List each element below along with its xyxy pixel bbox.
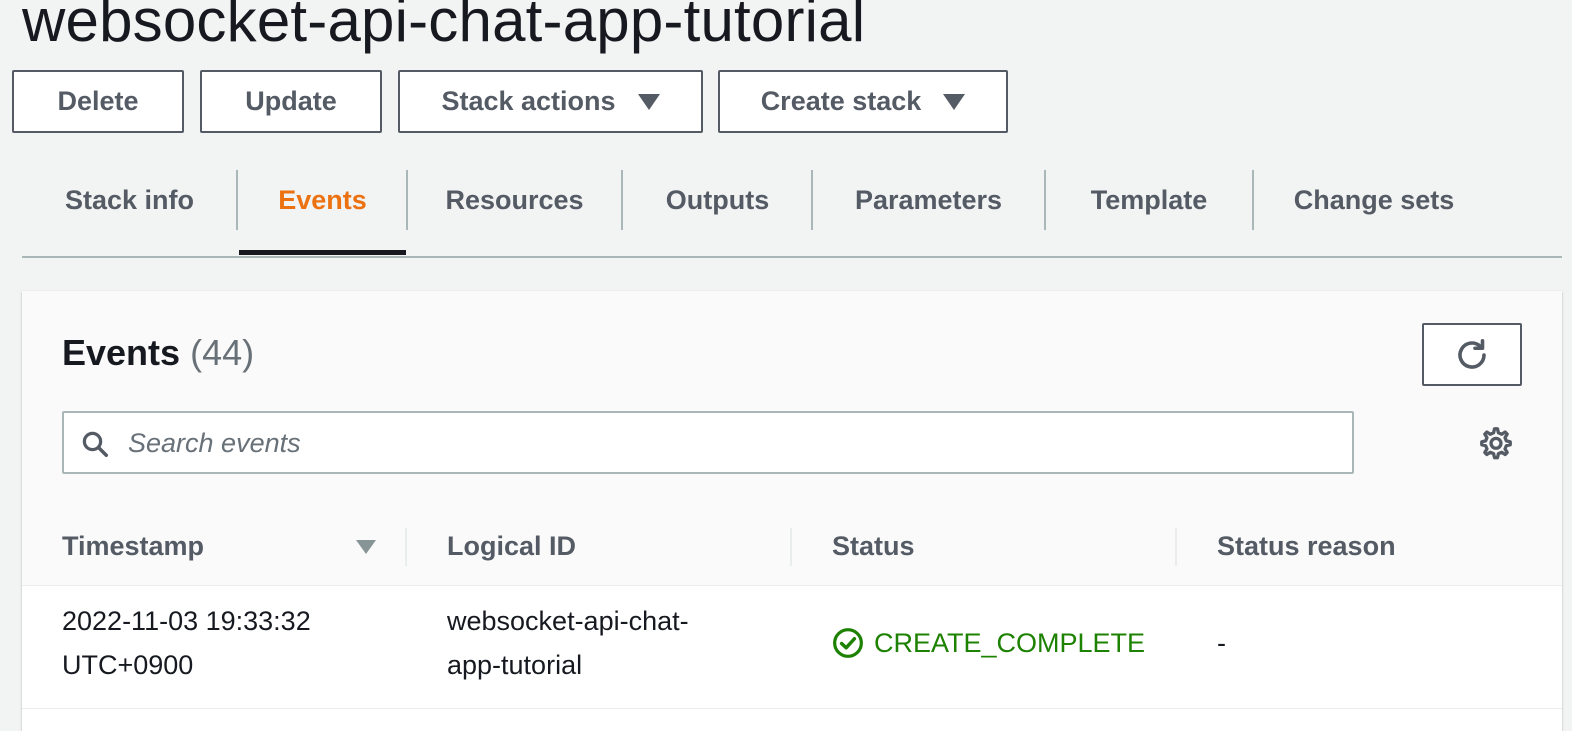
status-text: CREATE_COMPLETE xyxy=(874,628,1146,658)
column-header-timestamp[interactable]: Timestamp xyxy=(62,508,204,585)
timestamp-cell: 2022-11-03 19:33:32 UTC+0900 xyxy=(62,599,311,687)
events-heading: Events (44) xyxy=(62,332,254,374)
table-row[interactable]: 2022-11-03 19:33:32 UTC+0900 websocket-a… xyxy=(22,586,1562,709)
tab-stack-info[interactable]: Stack info xyxy=(22,168,237,232)
delete-button[interactable]: Delete xyxy=(12,70,184,133)
status-reason-cell: - xyxy=(1217,628,1226,658)
logical-id-line-2: app-tutorial xyxy=(447,650,583,680)
logical-id-line-1: websocket-api-chat- xyxy=(447,606,689,636)
stack-actions-label: Stack actions xyxy=(441,86,616,116)
tab-events[interactable]: Events xyxy=(239,168,406,232)
tab-divider xyxy=(236,170,238,230)
caret-down-icon xyxy=(637,93,660,110)
stack-actions-button[interactable]: Stack actions xyxy=(398,70,703,133)
tab-resources[interactable]: Resources xyxy=(408,168,621,232)
update-button-label: Update xyxy=(245,86,337,116)
tab-outputs[interactable]: Outputs xyxy=(623,168,812,232)
search-input[interactable] xyxy=(126,413,1340,474)
tab-parameters[interactable]: Parameters xyxy=(813,168,1044,232)
active-tab-indicator xyxy=(239,250,406,255)
column-header-status-reason[interactable]: Status reason xyxy=(1217,508,1396,585)
sort-descending-icon[interactable] xyxy=(356,540,376,554)
timestamp-date: 2022-11-03 19:33:32 xyxy=(62,606,311,636)
events-panel: Events (44) Timestamp Logica xyxy=(22,291,1562,731)
create-stack-button[interactable]: Create stack xyxy=(718,70,1008,133)
update-button[interactable]: Update xyxy=(200,70,382,133)
refresh-icon xyxy=(1458,338,1486,369)
check-circle-icon xyxy=(833,628,863,658)
column-divider[interactable] xyxy=(790,528,792,566)
page-title: websocket-api-chat-app-tutorial xyxy=(22,0,866,54)
tab-change-sets[interactable]: Change sets xyxy=(1254,168,1494,232)
logical-id-cell: websocket-api-chat- app-tutorial xyxy=(447,599,689,687)
search-icon xyxy=(82,431,108,457)
caret-down-icon xyxy=(943,93,966,110)
stack-tabs: Stack info Events Resources Outputs Para… xyxy=(22,168,1562,258)
refresh-button[interactable] xyxy=(1422,323,1522,386)
events-panel-header: Events (44) xyxy=(22,291,1562,509)
events-table-header: Timestamp Logical ID Status Status reaso… xyxy=(22,508,1562,586)
events-count: (44) xyxy=(190,332,255,373)
search-field[interactable] xyxy=(62,411,1354,474)
column-divider[interactable] xyxy=(1175,528,1177,566)
column-header-status[interactable]: Status xyxy=(832,508,915,585)
create-stack-label: Create stack xyxy=(760,86,922,116)
delete-button-label: Delete xyxy=(57,86,139,116)
events-heading-title: Events xyxy=(62,332,181,373)
column-divider[interactable] xyxy=(405,528,407,566)
tab-template[interactable]: Template xyxy=(1046,168,1252,232)
gear-icon[interactable] xyxy=(1478,425,1514,461)
status-cell: CREATE_COMPLETE xyxy=(832,621,1145,665)
timestamp-timezone: UTC+0900 xyxy=(62,650,194,680)
column-header-logical-id[interactable]: Logical ID xyxy=(447,508,576,585)
